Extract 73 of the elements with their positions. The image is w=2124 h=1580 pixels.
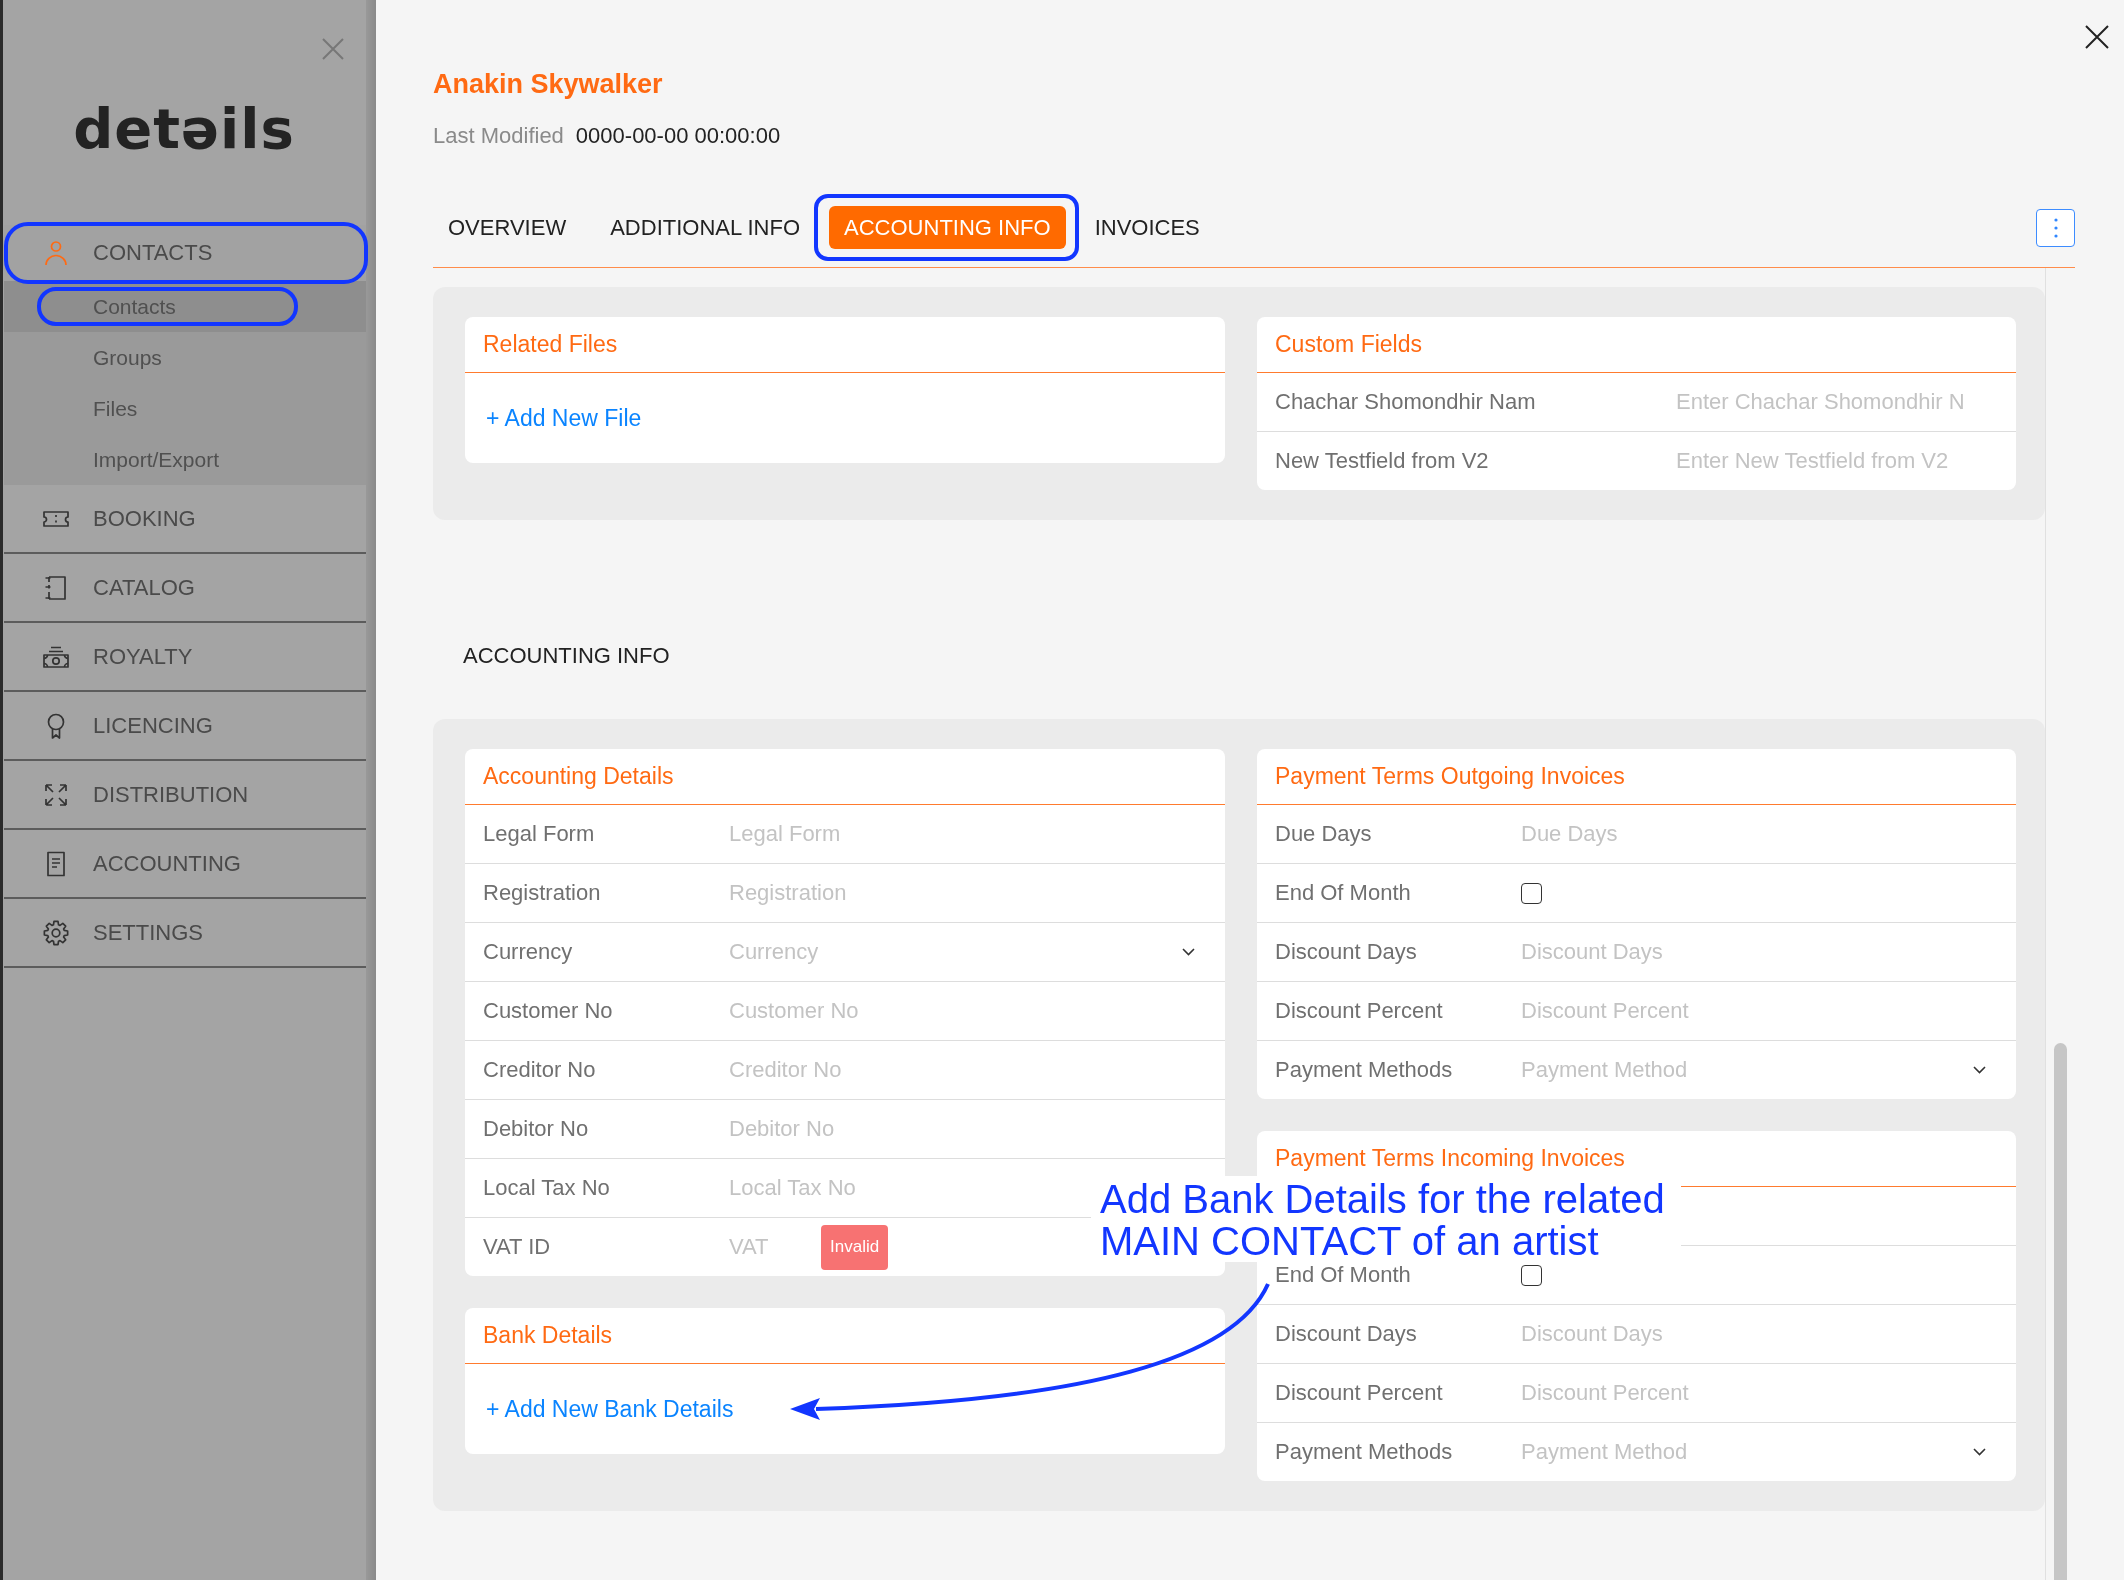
section-heading: ACCOUNTING INFO bbox=[463, 642, 671, 670]
sidebar-item[interactable]: SETTINGS bbox=[4, 899, 366, 968]
input-field[interactable]: VAT bbox=[729, 1232, 809, 1262]
sidebar-item[interactable]: ACCOUNTING bbox=[4, 830, 366, 899]
settings-icon bbox=[42, 918, 70, 947]
card-title: Custom Fields bbox=[1257, 317, 2016, 373]
more-vertical-icon bbox=[2053, 217, 2058, 238]
sidebar-subitem[interactable]: Groups bbox=[4, 332, 366, 383]
input-field[interactable]: Customer No bbox=[729, 996, 1059, 1026]
checkbox[interactable] bbox=[1521, 882, 1542, 904]
field-label: End Of Month bbox=[1275, 882, 1411, 904]
field-label: Customer No bbox=[483, 1000, 613, 1022]
input-field[interactable]: Enter Chachar Shomondhir N bbox=[1676, 387, 2000, 417]
tab[interactable]: INVOICES bbox=[1079, 206, 1215, 249]
field-label: Currency bbox=[483, 941, 573, 963]
chevron-down-icon bbox=[1973, 1066, 1986, 1074]
chevron-down-icon bbox=[1182, 948, 1195, 956]
app-logo: detəils bbox=[72, 95, 296, 163]
field-label: Local Tax No bbox=[483, 1177, 610, 1199]
sidebar-item[interactable]: DISTRIBUTION bbox=[4, 761, 366, 830]
field-label: Creditor No bbox=[483, 1059, 596, 1081]
field-label: VAT ID bbox=[483, 1236, 551, 1258]
modified-label: Last Modified bbox=[433, 122, 564, 150]
sidebar-subitem[interactable]: Contacts bbox=[4, 281, 366, 332]
chevron-down-icon bbox=[1973, 1448, 1986, 1456]
sidebar-item[interactable]: ROYALTY bbox=[4, 623, 366, 692]
input-field[interactable]: Discount Days bbox=[1521, 1319, 1851, 1349]
contact-name: Anakin Skywalker bbox=[433, 68, 663, 100]
sidebar-item[interactable]: LICENCING bbox=[4, 692, 366, 761]
input-field[interactable]: Local Tax No bbox=[729, 1173, 1059, 1203]
field-label: Debitor No bbox=[483, 1118, 589, 1140]
field-label: Payment Methods bbox=[1275, 1059, 1453, 1081]
field-label: Legal Form bbox=[483, 823, 595, 845]
field-label: New Testfield from V2 bbox=[1275, 450, 1489, 472]
input-field[interactable]: Discount Percent bbox=[1521, 996, 1851, 1026]
field-label: Registration bbox=[483, 882, 601, 904]
scrollbar-thumb[interactable] bbox=[2054, 1043, 2067, 1580]
field-label: Payment Methods bbox=[1275, 1441, 1453, 1463]
more-button[interactable] bbox=[2036, 208, 2075, 247]
add-link[interactable]: + Add New Bank Details bbox=[486, 1395, 734, 1423]
annotation-note: Add Bank Details for the related MAIN CONTACT of an artist bbox=[1091, 1176, 1681, 1262]
card-title: Payment Terms Outgoing Invoices bbox=[1257, 749, 2016, 805]
input-field[interactable]: Due Days bbox=[1521, 819, 1851, 849]
sidebar-item[interactable]: CONTACTS bbox=[4, 225, 366, 281]
sidebar-item[interactable]: CATALOG bbox=[4, 554, 366, 623]
input-field[interactable]: Registration bbox=[729, 878, 1059, 908]
close-icon[interactable] bbox=[2085, 25, 2109, 49]
modified-value: 0000-00-00 00:00:00 bbox=[575, 122, 781, 150]
input-field[interactable]: Creditor No bbox=[729, 1055, 1059, 1085]
status-badge: Invalid bbox=[821, 1224, 889, 1270]
sidebar-subitem[interactable]: Files bbox=[4, 383, 366, 434]
add-link[interactable]: + Add New File bbox=[486, 404, 642, 432]
card-title: Accounting Details bbox=[465, 749, 1225, 805]
sidebar-subitem[interactable]: Import/Export bbox=[4, 434, 366, 485]
field-label: Discount Days bbox=[1275, 941, 1417, 963]
input-field[interactable]: Discount Days bbox=[1521, 937, 1851, 967]
input-field[interactable]: Discount Percent bbox=[1521, 1378, 1851, 1408]
field-label: Discount Percent bbox=[1275, 1000, 1443, 1022]
field-label: Due Days bbox=[1275, 823, 1372, 845]
field-label: End Of Month bbox=[1275, 1264, 1411, 1286]
checkbox[interactable] bbox=[1521, 1264, 1542, 1286]
sidebar-item[interactable]: BOOKING bbox=[4, 485, 366, 554]
input-field[interactable]: Enter New Testfield from V2 bbox=[1676, 446, 2000, 476]
tab[interactable]: OVERVIEW bbox=[433, 206, 582, 249]
card-title: Bank Details bbox=[465, 1308, 1225, 1364]
field-label: Discount Days bbox=[1275, 1323, 1417, 1345]
tab[interactable]: ADDITIONAL INFO bbox=[595, 206, 816, 249]
input-field[interactable]: Debitor No bbox=[729, 1114, 1059, 1144]
field-label: Discount Percent bbox=[1275, 1382, 1443, 1404]
input-field[interactable]: Legal Form bbox=[729, 819, 1059, 849]
card-title: Related Files bbox=[465, 317, 1225, 373]
person-icon bbox=[42, 239, 70, 267]
field-label: Chachar Shomondhir Nam bbox=[1275, 391, 1536, 413]
